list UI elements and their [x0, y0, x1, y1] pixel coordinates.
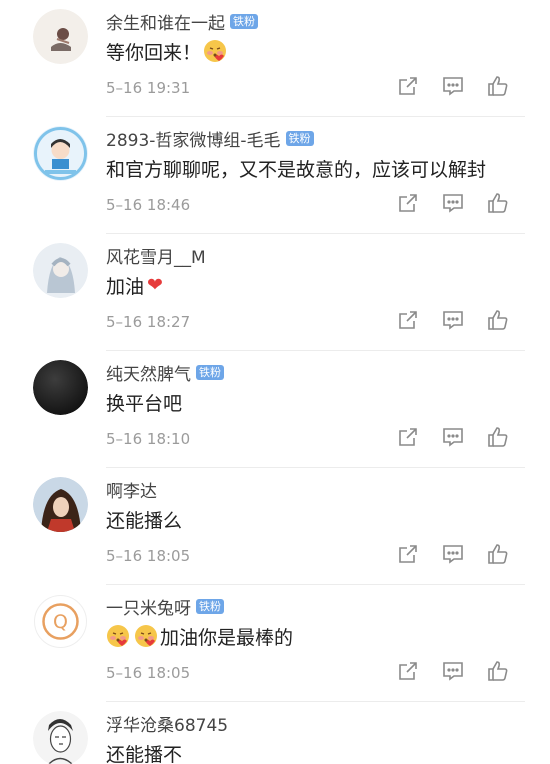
- heart-icon: ❤: [147, 274, 163, 296]
- like-icon[interactable]: [486, 659, 510, 683]
- timestamp: 5–16 18:05: [106, 547, 191, 565]
- comment-item: 纯天然脾气 铁粉 换平台吧 5–16 18:10: [0, 351, 550, 468]
- username[interactable]: 一只米兔呀: [106, 594, 191, 619]
- avatar[interactable]: [33, 477, 88, 532]
- timestamp: 5–16 18:10: [106, 430, 191, 448]
- username[interactable]: 浮华沧桑68745: [106, 711, 228, 736]
- comment-actions: [396, 423, 516, 453]
- like-icon[interactable]: [486, 542, 510, 566]
- username[interactable]: 风花雪月__M: [106, 243, 206, 268]
- avatar[interactable]: Q: [33, 594, 88, 649]
- share-icon[interactable]: [396, 425, 420, 449]
- kiss-face-emoji-icon: [134, 624, 158, 648]
- comment-icon[interactable]: [441, 74, 465, 98]
- comment-item: Q 一只米兔呀 铁粉 加油你是最棒的 5–16 18:05: [0, 585, 550, 702]
- timestamp: 5–16 18:27: [106, 313, 191, 331]
- username[interactable]: 余生和谁在一起: [106, 9, 225, 34]
- avatar[interactable]: [33, 9, 88, 64]
- comment-icon[interactable]: [441, 659, 465, 683]
- comment-actions: [396, 657, 516, 687]
- like-icon[interactable]: [486, 191, 510, 215]
- comment-icon[interactable]: [441, 191, 465, 215]
- comment-text: 和官方聊聊呢，又不是故意的，应该可以解封: [106, 158, 487, 181]
- username[interactable]: 纯天然脾气: [106, 360, 191, 385]
- comment-actions: [396, 306, 516, 336]
- like-icon[interactable]: [486, 74, 510, 98]
- comment-text: 换平台吧: [106, 392, 183, 415]
- username[interactable]: 啊李达: [106, 477, 157, 502]
- comment-actions: [396, 189, 516, 219]
- timestamp: 5–16 18:05: [106, 664, 191, 682]
- timestamp: 5–16 19:31: [106, 79, 191, 97]
- avatar[interactable]: [33, 711, 88, 764]
- comment-text: 还能播么: [106, 509, 183, 532]
- avatar[interactable]: [33, 126, 88, 181]
- fan-badge: 铁粉: [196, 598, 224, 614]
- comment-item: 浮华沧桑68745 还能播不: [0, 702, 550, 764]
- avatar[interactable]: [33, 360, 88, 415]
- fan-badge: 铁粉: [230, 13, 258, 29]
- fan-badge: 铁粉: [196, 364, 224, 380]
- username[interactable]: 2893-哲家微博组-毛毛: [106, 126, 281, 151]
- share-icon[interactable]: [396, 659, 420, 683]
- comment-text: 等你回来！: [106, 41, 202, 64]
- share-icon[interactable]: [396, 191, 420, 215]
- comment-text: 加油: [106, 275, 145, 298]
- fan-badge: 铁粉: [285, 130, 314, 146]
- like-icon[interactable]: [486, 308, 510, 332]
- comment-text: 还能播不: [106, 743, 183, 764]
- comment-item: 余生和谁在一起 铁粉 等你回来！ 5–16 19:31: [0, 0, 550, 117]
- comment-item: 2893-哲家微博组-毛毛 铁粉 和官方聊聊呢，又不是故意的，应该可以解封 5–…: [0, 117, 550, 234]
- comment-icon[interactable]: [441, 425, 465, 449]
- avatar-letter: Q: [53, 611, 68, 633]
- comment-text: 加油你是最棒的: [160, 626, 294, 649]
- share-icon[interactable]: [396, 308, 420, 332]
- avatar[interactable]: [33, 243, 88, 298]
- share-icon[interactable]: [396, 74, 420, 98]
- comment-actions: [396, 540, 516, 570]
- comment-icon[interactable]: [441, 542, 465, 566]
- kiss-face-emoji-icon: [106, 624, 130, 648]
- comment-actions: [396, 72, 516, 102]
- share-icon[interactable]: [396, 542, 420, 566]
- kiss-face-emoji-icon: [203, 39, 227, 63]
- comment-item: 啊李达 还能播么 5–16 18:05: [0, 468, 550, 585]
- comment-item: 风花雪月__M 加油 ❤ 5–16 18:27: [0, 234, 550, 351]
- like-icon[interactable]: [486, 425, 510, 449]
- timestamp: 5–16 18:46: [106, 196, 191, 214]
- comment-icon[interactable]: [441, 308, 465, 332]
